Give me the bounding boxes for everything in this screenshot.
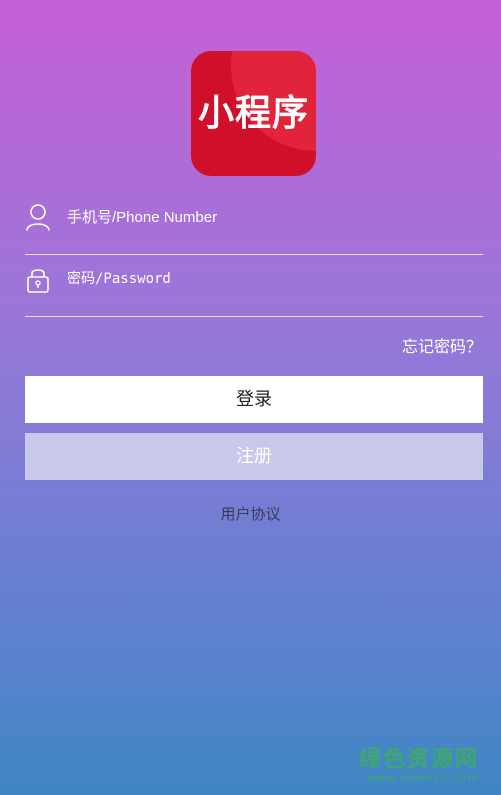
register-button[interactable]: 注册 [25,433,483,480]
user-icon [25,202,51,232]
watermark-url: www.downcc.com [366,771,479,784]
phone-field[interactable] [25,202,483,255]
login-button[interactable]: 登录 [25,376,483,423]
app-logo-text: 小程序 [197,93,309,134]
user-agreement-link[interactable]: 用户协议 [0,503,501,524]
app-logo: 小程序 [191,51,316,176]
forgot-password-link[interactable]: 忘记密码？ [402,333,482,357]
lock-icon [25,264,51,294]
watermark-title: 绿色资源网 [358,747,479,772]
password-field[interactable] [25,264,483,317]
watermark: 绿色资源网 www.downcc.com [359,741,479,784]
password-input[interactable] [67,264,467,294]
phone-input[interactable] [67,202,467,232]
